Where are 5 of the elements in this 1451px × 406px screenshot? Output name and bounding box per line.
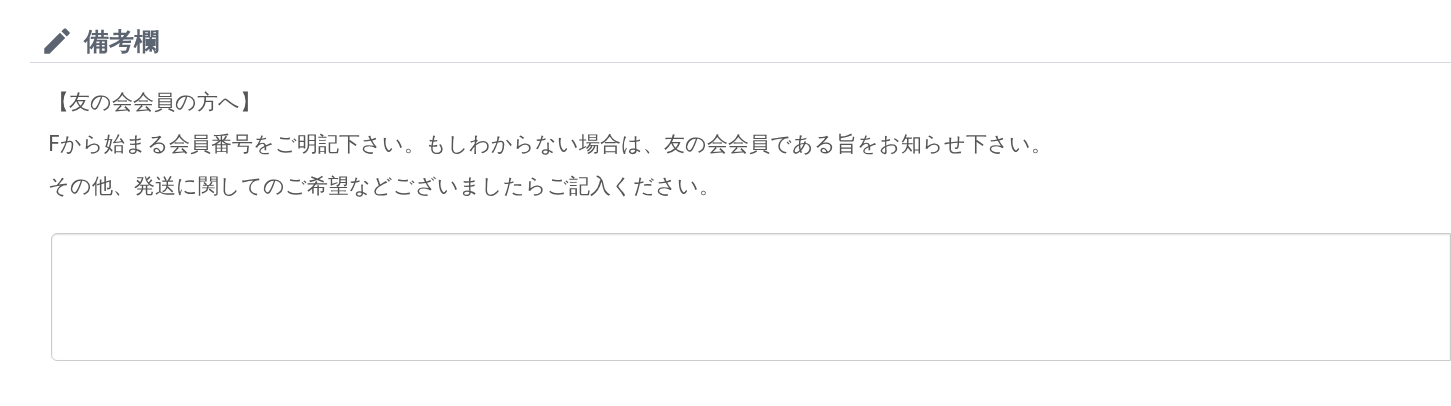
section-title: 備考欄: [84, 28, 159, 54]
instruction-text: 【友の会会員の方へ】: [48, 89, 262, 116]
instruction-text: Fから始まる会員番号をご明記下さい。もしわからない場合は、友の会会員である旨をお知らせ下さい。: [48, 131, 1054, 158]
remarks-field[interactable]: [51, 233, 1451, 361]
instruction-text: その他、発送に関してのご希望などございましたらご記入ください。: [48, 173, 721, 200]
